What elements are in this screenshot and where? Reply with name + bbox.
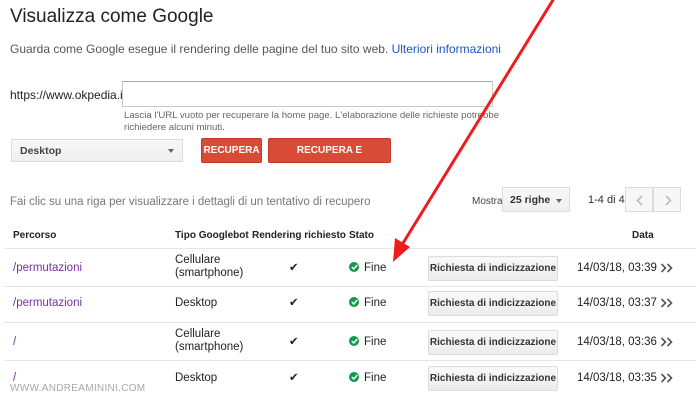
googlebot-type: Cellulare (smartphone) [175, 328, 243, 354]
date-cell: 14/03/18, 03:37 [577, 297, 657, 309]
googlebot-type-line: Desktop [175, 372, 218, 384]
rows-per-page-select[interactable]: 25 righe [502, 187, 570, 212]
status-text: Fine [364, 372, 387, 384]
double-chevron-right-icon[interactable] [660, 373, 674, 383]
page-subtitle: Guarda come Google esegue il rendering d… [10, 42, 501, 56]
status-cell: Fine [349, 297, 386, 309]
pager-prev-button[interactable] [625, 187, 653, 212]
date-cell: 14/03/18, 03:39 [577, 262, 657, 274]
double-chevron-right-icon[interactable] [660, 263, 674, 273]
double-chevron-right-icon[interactable] [660, 337, 674, 347]
rendering-check: ✔ [289, 372, 299, 384]
request-indexing-button[interactable]: Richiesta di indicizzazione [428, 256, 558, 281]
fetch-button[interactable]: RECUPERA [201, 138, 262, 163]
path-link[interactable]: / [13, 336, 16, 348]
subtitle-text: Guarda come Google esegue il rendering d… [10, 42, 389, 56]
watermark: WWW.ANDREAMININI.COM [10, 383, 146, 394]
fetch-and-render-button[interactable]: RECUPERA E VISUALIZZA [268, 138, 391, 179]
request-indexing-button[interactable]: Richiesta di indicizzazione [428, 291, 558, 316]
googlebot-type-line: Cellulare [175, 254, 221, 266]
googlebot-type-line: Cellulare [175, 328, 221, 340]
rendering-check: ✔ [289, 297, 299, 309]
device-select[interactable]: Desktop [11, 139, 183, 162]
column-header-googlebot: Tipo Googlebot [175, 230, 249, 241]
status-text: Fine [364, 336, 387, 348]
status-text: Fine [364, 297, 387, 309]
googlebot-type-line: (smartphone) [175, 341, 244, 353]
pager-next-button[interactable] [653, 187, 681, 212]
googlebot-type-line: Desktop [175, 297, 218, 309]
path-link[interactable]: /permutazioni [13, 297, 82, 309]
url-hint: Lascia l'URL vuoto per recuperare la hom… [124, 110, 500, 133]
table-row[interactable]: /permutazioni Desktop ✔ Fine Richiesta d… [0, 287, 700, 324]
chevron-right-icon [665, 195, 672, 206]
column-header-status: Stato [349, 230, 374, 241]
more-info-link[interactable]: Ulteriori informazioni [392, 42, 501, 56]
status-cell: Fine [349, 336, 386, 348]
rendering-check: ✔ [289, 336, 299, 348]
check-circle-icon [349, 372, 359, 382]
check-circle-icon [349, 336, 359, 346]
check-circle-icon [349, 297, 359, 307]
table-hint: Fai clic su una riga per visualizzare i … [10, 196, 371, 208]
page-title: Visualizza come Google [10, 6, 214, 27]
column-header-path: Percorso [13, 230, 57, 241]
request-indexing-button[interactable]: Richiesta di indicizzazione [428, 330, 558, 355]
rows-per-page-value: 25 righe [510, 194, 551, 206]
status-cell: Fine [349, 372, 386, 384]
double-chevron-right-icon[interactable] [660, 298, 674, 308]
caret-down-icon [168, 149, 174, 153]
date-cell: 14/03/18, 03:36 [577, 336, 657, 348]
googlebot-type: Desktop [175, 297, 217, 310]
status-text: Fine [364, 262, 387, 274]
column-header-date: Data [632, 230, 654, 241]
table-row[interactable]: / Cellulare (smartphone) ✔ Fine Richiest… [0, 323, 700, 360]
show-label: Mostra [472, 196, 503, 207]
column-header-rendering: Rendering richiesto [252, 230, 346, 241]
request-indexing-button[interactable]: Richiesta di indicizzazione [428, 366, 558, 391]
check-circle-icon [349, 262, 359, 272]
chevron-left-icon [636, 195, 643, 206]
date-cell: 14/03/18, 03:35 [577, 372, 657, 384]
url-input[interactable] [122, 81, 493, 107]
googlebot-type: Desktop [175, 372, 217, 385]
pagination-text: 1-4 di 4 [588, 194, 625, 206]
googlebot-type: Cellulare (smartphone) [175, 254, 243, 280]
device-select-value: Desktop [20, 145, 62, 157]
path-link[interactable]: /permutazioni [13, 262, 82, 274]
table-row[interactable]: /permutazioni Cellulare (smartphone) ✔ F… [0, 249, 700, 286]
googlebot-type-line: (smartphone) [175, 267, 244, 279]
caret-down-icon [556, 199, 562, 203]
url-prefix-label: https://www.okpedia.it/ [10, 88, 130, 102]
status-cell: Fine [349, 262, 386, 274]
rendering-check: ✔ [289, 262, 299, 274]
